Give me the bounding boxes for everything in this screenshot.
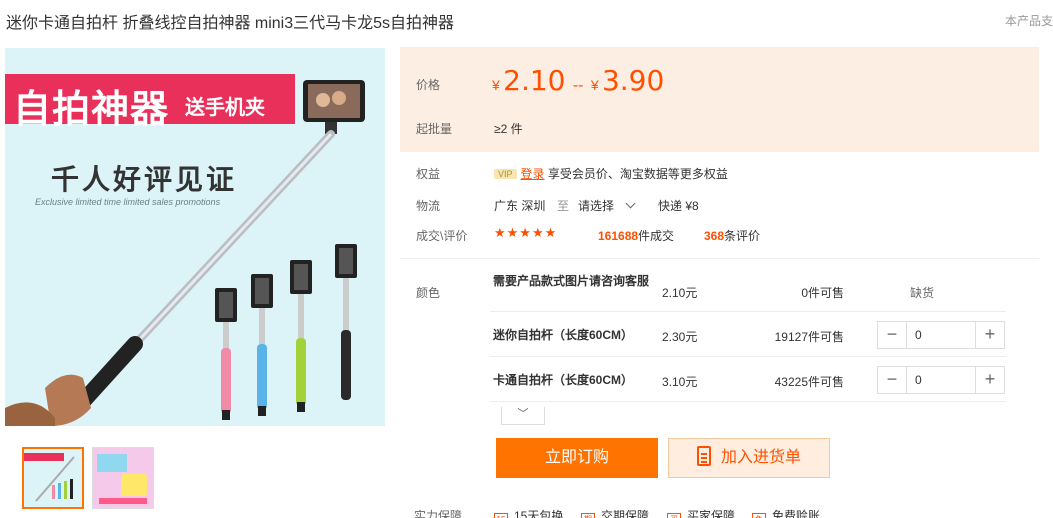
- guarantee-item[interactable]: 买 买家保障: [667, 507, 735, 518]
- sku-stock: 43225件可售: [774, 375, 844, 389]
- guarantee-text: 买家保障: [687, 509, 736, 518]
- vip-badge: VIP: [494, 169, 517, 179]
- increase-button[interactable]: +: [976, 367, 1004, 393]
- guarantee-item[interactable]: 15 15天包换: [494, 507, 563, 518]
- add-to-cart-button[interactable]: 加入进货单: [668, 438, 830, 478]
- sku-name: 迷你自拍杆（长度60CM）: [493, 328, 634, 342]
- price-dash: --: [572, 77, 584, 94]
- chevron-down-icon: [625, 198, 636, 209]
- thumbnail-2[interactable]: [92, 447, 154, 509]
- rights-text: 享受会员价、淘宝数据等更多权益: [547, 167, 728, 181]
- increase-button[interactable]: +: [976, 322, 1004, 348]
- quantity-input[interactable]: 0: [906, 322, 976, 348]
- sku-name: 卡通自拍杆（长度60CM）: [493, 373, 634, 387]
- price-range: ¥ 2.10 -- ¥ 3.90: [492, 64, 664, 97]
- quantity-input[interactable]: 0: [906, 367, 976, 393]
- thumbnail-2-image: [97, 454, 147, 504]
- quantity-stepper: − 0 +: [877, 366, 1005, 394]
- currency-symbol: ¥: [590, 77, 599, 93]
- thumbnail-1[interactable]: [22, 447, 84, 509]
- decrease-button[interactable]: −: [878, 367, 906, 393]
- destination-select-label: 请选择: [578, 199, 615, 213]
- sku-row: 迷你自拍杆（长度60CM） 2.30元 19127件可售 − 0 +: [490, 313, 1006, 357]
- sku-stock: 19127件可售: [774, 330, 844, 344]
- color-label: 颜色: [416, 286, 441, 300]
- shipping-fee: 快递 ¥8: [658, 199, 699, 213]
- review-unit: 条评价: [724, 229, 761, 243]
- deals-label: 成交\评价: [416, 229, 468, 243]
- sku-price: 2.10元: [662, 286, 698, 300]
- destination-select[interactable]: 请选择: [578, 197, 636, 214]
- thumbnail-1-image: [24, 453, 75, 502]
- moq-label: 起批量: [416, 122, 453, 136]
- clipboard-icon: [696, 446, 711, 466]
- guarantee-label: 实力保障: [414, 509, 463, 518]
- login-link[interactable]: 登录: [521, 167, 545, 181]
- currency-symbol: ¥: [492, 77, 500, 93]
- guarantee-text: 15天包换: [514, 509, 564, 518]
- guarantee-text: 免费赊账: [772, 509, 821, 518]
- buyer-protect-icon: 买: [667, 513, 681, 518]
- expand-skus-button[interactable]: ﹀: [501, 407, 545, 425]
- review-count: 368: [704, 229, 725, 243]
- product-note: 本产品支: [1004, 14, 1053, 28]
- sku-out-of-stock: 缺货: [910, 286, 935, 300]
- sku-price: 2.30元: [662, 330, 698, 344]
- logistics-label: 物流: [416, 199, 441, 213]
- deals-reviews[interactable]: 368条评价: [704, 227, 760, 244]
- sku-name: 需要产品款式图片请咨询客服: [493, 274, 650, 288]
- rating-stars: ★★★★★: [494, 225, 558, 240]
- sku-stock: 0件可售: [801, 286, 844, 300]
- guarantee-item[interactable]: 期 交期保障: [581, 507, 649, 518]
- quantity-stepper: − 0 +: [877, 321, 1005, 349]
- buy-now-button[interactable]: 立即订购: [496, 438, 658, 478]
- sku-price: 3.10元: [662, 375, 698, 389]
- logistics-to: 至: [557, 199, 570, 213]
- credit-icon: 免: [752, 513, 766, 518]
- return-15-icon: 15: [494, 513, 508, 518]
- divider: [400, 258, 1039, 259]
- logistics-from: 广东 深圳: [494, 199, 546, 213]
- selfie-stick-illustration: [5, 80, 365, 426]
- decrease-button[interactable]: −: [878, 322, 906, 348]
- main-product-image[interactable]: 自拍神器 送手机夹 千人好评见证 Exclusive limited time …: [5, 48, 385, 426]
- sku-row: 需要产品款式图片请咨询客服 2.10元 0件可售 缺货: [490, 268, 1006, 312]
- deals-sold: 161688件成交: [598, 227, 674, 244]
- product-title: 迷你卡通自拍杆 折叠线控自拍神器 mini3三代马卡龙5s自拍神器: [6, 15, 455, 32]
- guarantee-text: 交期保障: [601, 509, 650, 518]
- price-label: 价格: [416, 78, 441, 92]
- delivery-icon: 期: [581, 513, 595, 518]
- guarantee-item[interactable]: 免 免费赊账: [752, 507, 820, 518]
- sold-count: 161688: [598, 229, 639, 243]
- rights-row: VIP 登录 享受会员价、淘宝数据等更多权益: [494, 165, 728, 182]
- rights-label: 权益: [416, 167, 441, 181]
- add-to-cart-label: 加入进货单: [720, 449, 801, 466]
- price-high: 3.90: [601, 64, 665, 97]
- sku-row: 卡通自拍杆（长度60CM） 3.10元 43225件可售 − 0 +: [490, 358, 1006, 402]
- sold-unit: 件成交: [638, 229, 675, 243]
- price-low: 2.10: [503, 64, 566, 97]
- moq-value: ≥2 件: [494, 122, 523, 136]
